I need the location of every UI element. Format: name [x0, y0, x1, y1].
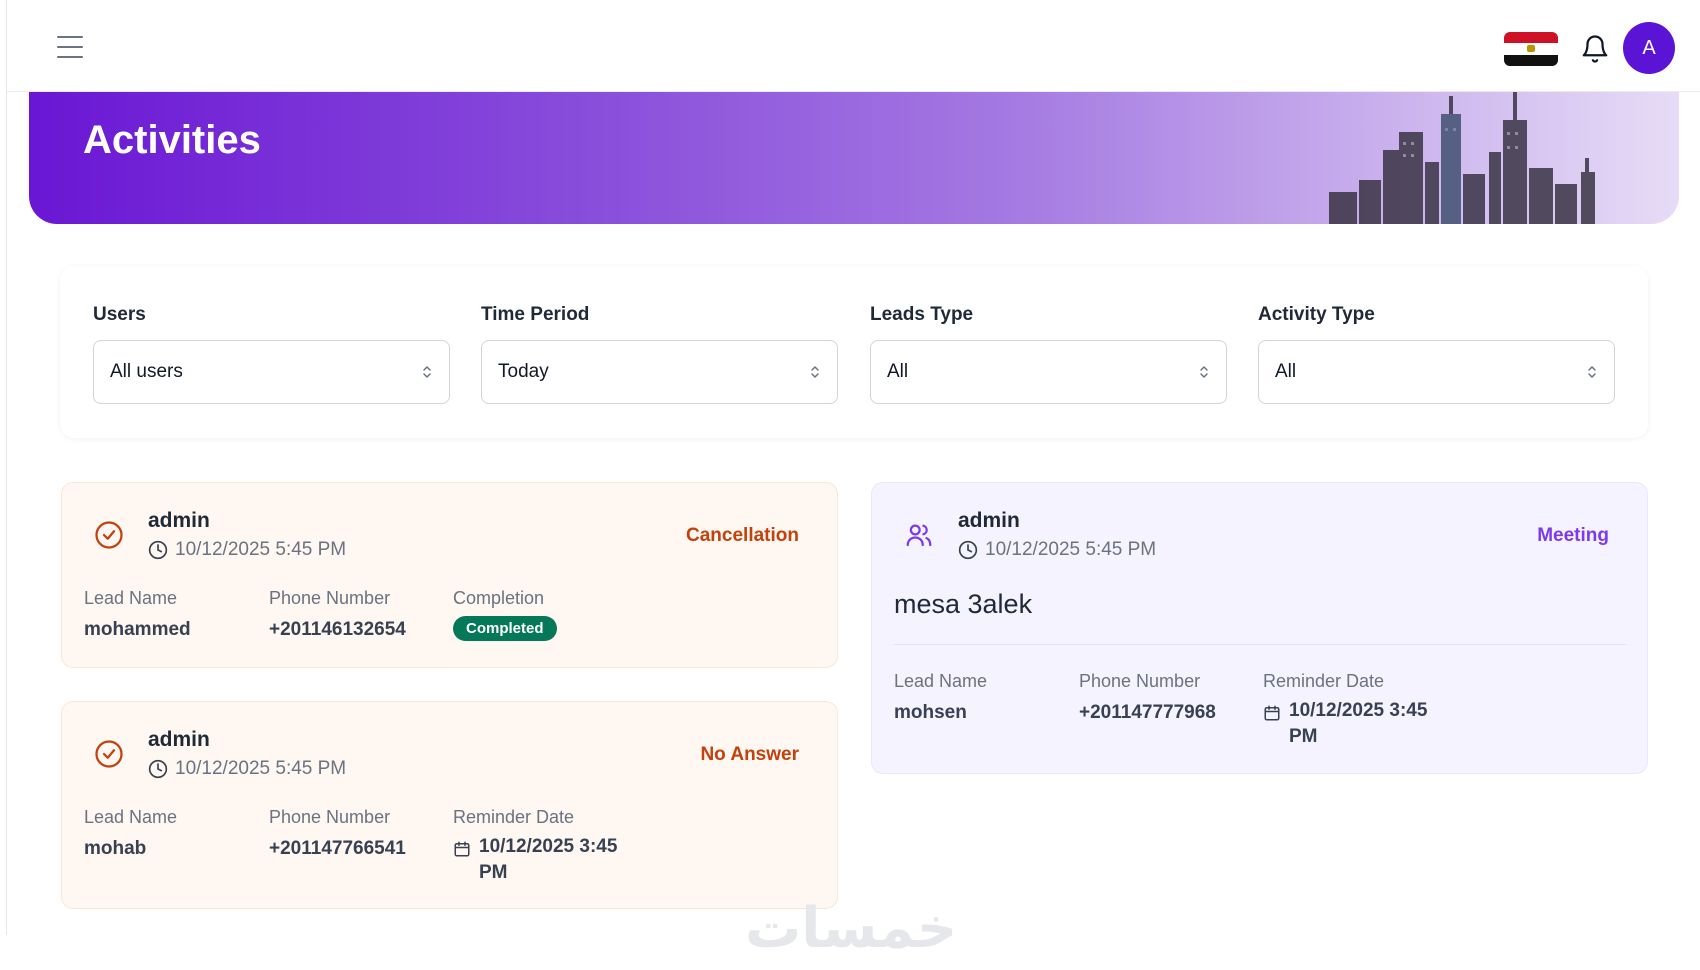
app-frame: A Activities Users All users Time Period…: [0, 0, 1700, 970]
card-user: admin: [148, 728, 210, 751]
chevron-up-down-icon: [811, 366, 819, 378]
sidebar-edge: [6, 0, 7, 935]
activity-type-label: Cancellation: [686, 525, 799, 546]
check-circle-icon: [95, 521, 123, 549]
field-label: Lead Name: [84, 588, 178, 608]
egypt-flag-icon[interactable]: [1504, 32, 1558, 66]
chevron-up-down-icon: [1588, 366, 1596, 378]
page-title: Activities: [83, 118, 261, 162]
phone-number-field: Phone Number +201146132654: [269, 588, 406, 641]
avatar-initial: A: [1642, 36, 1656, 59]
filter-label: Leads Type: [870, 304, 974, 325]
lead-name-value: mohsen: [894, 702, 967, 723]
filter-label: Activity Type: [1258, 304, 1375, 325]
page-banner: Activities: [29, 92, 1679, 224]
phone-number-value: +201147777968: [1079, 702, 1216, 723]
user-avatar[interactable]: A: [1623, 22, 1675, 74]
clock-icon: [148, 759, 168, 779]
phone-number-value: +201147766541: [269, 838, 406, 859]
calendar-icon: [1264, 705, 1280, 721]
field-label: Lead Name: [84, 807, 178, 827]
watermark: خمسات: [745, 896, 958, 959]
phone-number-value: +201146132654: [269, 619, 406, 640]
check-circle-icon: [95, 740, 123, 768]
activity-type-label: No Answer: [700, 744, 799, 765]
chevron-up-down-icon: [423, 366, 431, 378]
filter-label: Time Period: [481, 304, 590, 325]
card-time-text: 10/12/2025 5:45 PM: [175, 758, 347, 779]
reminder-date-value: 10/12/2025 3:45 PM: [479, 836, 618, 883]
clock-icon: [148, 540, 168, 560]
filter-label: Users: [93, 304, 146, 325]
activity-card-meeting[interactable]: admin 10/12/2025 5:45 PM Meeting mesa 3a…: [871, 482, 1648, 774]
reminder-date-field: Reminder Date 10/12/2025 3:45 PM: [1263, 671, 1439, 750]
lead-name-field: Lead Name mohammed: [84, 588, 191, 641]
select-value: All users: [110, 361, 183, 382]
bell-icon[interactable]: [1580, 33, 1610, 65]
status-badge: Completed: [453, 616, 557, 641]
card-time-text: 10/12/2025 5:45 PM: [985, 539, 1157, 560]
lead-name-field: Lead Name mohsen: [894, 671, 987, 724]
lead-name-field: Lead Name mohab: [84, 807, 177, 860]
card-user: admin: [148, 509, 210, 532]
lead-name-value: mohab: [84, 838, 147, 859]
leads-type-select[interactable]: All: [870, 340, 1227, 404]
activity-card-no-answer[interactable]: admin 10/12/2025 5:45 PM No Answer Lead …: [61, 701, 838, 909]
phone-number-field: Phone Number +201147777968: [1079, 671, 1216, 724]
phone-number-field: Phone Number +201147766541: [269, 807, 406, 860]
filter-leads-type: Leads Type All: [870, 304, 1227, 404]
clock-icon: [958, 540, 978, 560]
field-label: Reminder Date: [453, 807, 575, 827]
field-label: Lead Name: [894, 671, 988, 691]
filters-panel: Users All users Time Period Today Leads …: [60, 266, 1648, 438]
card-time: 10/12/2025 5:45 PM: [148, 758, 346, 780]
reminder-date-field: Reminder Date 10/12/2025 3:45 PM: [453, 807, 629, 886]
card-time: 10/12/2025 5:45 PM: [148, 539, 346, 561]
card-divider: [894, 644, 1626, 645]
users-icon: [906, 524, 932, 547]
users-select[interactable]: All users: [93, 340, 450, 404]
field-label: Completion: [453, 588, 545, 608]
filter-time-period: Time Period Today: [481, 304, 838, 404]
activity-card-cancellation[interactable]: admin 10/12/2025 5:45 PM Cancellation Le…: [61, 482, 838, 668]
activity-type-select[interactable]: All: [1258, 340, 1615, 404]
calendar-icon: [454, 841, 470, 857]
select-value: All: [1275, 361, 1297, 382]
chevron-up-down-icon: [1200, 366, 1208, 378]
reminder-date-value: 10/12/2025 3:45 PM: [1289, 700, 1428, 747]
top-bar: A: [7, 0, 1700, 92]
completion-field: Completion Completed: [453, 588, 557, 641]
field-label: Phone Number: [1079, 671, 1201, 691]
lead-name-value: mohammed: [84, 619, 191, 640]
filter-activity-type: Activity Type All: [1258, 304, 1615, 404]
activity-note: mesa 3alek: [894, 589, 1033, 619]
card-user: admin: [958, 509, 1020, 532]
card-time: 10/12/2025 5:45 PM: [958, 539, 1156, 561]
card-time-text: 10/12/2025 5:45 PM: [175, 539, 347, 560]
filter-users: Users All users: [93, 304, 450, 404]
hamburger-menu-icon[interactable]: [57, 36, 83, 58]
time-period-select[interactable]: Today: [481, 340, 838, 404]
field-label: Reminder Date: [1263, 671, 1385, 691]
city-skyline-image: [1329, 92, 1595, 224]
field-label: Phone Number: [269, 588, 391, 608]
select-value: Today: [498, 361, 549, 382]
activity-type-label: Meeting: [1537, 525, 1609, 546]
select-value: All: [887, 361, 909, 382]
field-label: Phone Number: [269, 807, 391, 827]
